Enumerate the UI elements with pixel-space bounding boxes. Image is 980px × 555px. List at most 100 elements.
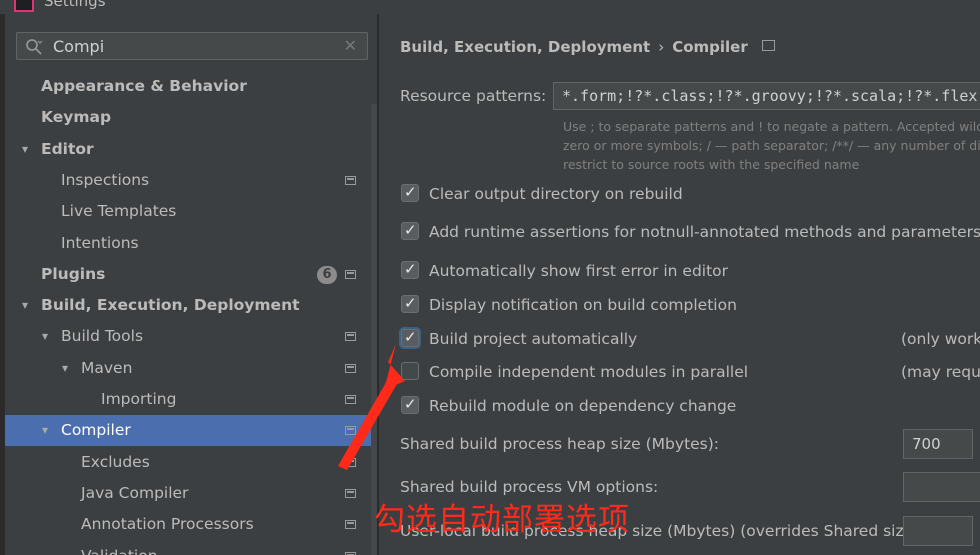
clear-search-icon[interactable]: ✕ xyxy=(344,36,357,55)
sidebar-item-inspections[interactable]: Inspections xyxy=(5,165,371,196)
sidebar-item-label: Plugins xyxy=(41,264,106,283)
option-clear-output-directory-on-rebuild[interactable]: ✓ Clear output directory on rebuild xyxy=(401,182,980,206)
sidebar-item-editor[interactable]: ▾ Editor xyxy=(5,134,371,165)
sidebar-item-compiler[interactable]: ▾ Compiler xyxy=(5,415,379,447)
project-scope-icon xyxy=(345,332,356,342)
option-label[interactable]: Build project automatically xyxy=(429,327,637,351)
option-label[interactable]: Automatically show first error in editor xyxy=(429,259,728,283)
sidebar-item-label: Maven xyxy=(81,358,133,377)
settings-search-box[interactable]: ✕ xyxy=(16,32,368,60)
project-scope-icon xyxy=(345,395,356,404)
settings-sidebar: ✕ Appearance & Behavior Keymap ▾ Editor Insp… xyxy=(5,14,379,555)
resource-help-line-3: restrict to source roots with the specif… xyxy=(563,157,860,172)
sidebar-item-excludes[interactable]: Excludes xyxy=(5,447,371,478)
project-scope-icon xyxy=(345,488,356,498)
sidebar-item-label: Inspections xyxy=(61,170,150,189)
option-add-runtime-assertions-for-notnull-annotated-methods-and-parameters[interactable]: ✓ Add runtime assertions for notnull-anno… xyxy=(401,220,980,244)
sidebar-item-live-templates[interactable]: Live Templates xyxy=(5,196,371,227)
breadcrumb-current: Compiler xyxy=(672,38,748,56)
project-scope-icon xyxy=(345,363,356,373)
chevron-down-icon[interactable]: ▾ xyxy=(62,353,76,384)
sidebar-item-importing[interactable]: Importing xyxy=(5,384,371,415)
sidebar-item-annotation-processors[interactable]: Annotation Processors xyxy=(5,509,371,540)
sidebar-item-appearance-behavior[interactable]: Appearance & Behavior xyxy=(5,71,371,102)
option-label[interactable]: Rebuild module on dependency change xyxy=(429,394,736,418)
vm-options-field[interactable] xyxy=(903,472,980,502)
sidebar-item-validation[interactable]: Validation xyxy=(5,541,371,555)
sidebar-item-label: Importing xyxy=(101,390,177,408)
search-icon xyxy=(26,39,43,55)
sidebar-item-plugins[interactable]: Plugins 6 xyxy=(5,259,371,290)
checkbox[interactable]: ✓ xyxy=(401,221,419,240)
chevron-down-icon[interactable]: ▾ xyxy=(42,415,56,446)
compiler-settings-panel: Build, Execution, Deployment › Compiler Re… xyxy=(379,14,980,555)
option-build-project-automatically[interactable]: ✓ Build project automatically (only works xyxy=(401,327,980,351)
option-label[interactable]: Clear output directory on rebuild xyxy=(429,182,683,206)
checkbox[interactable]: ✓ xyxy=(401,395,419,414)
sidebar-item-label: Keymap xyxy=(41,108,112,127)
sidebar-item-build-execution-deployment[interactable]: ▾ Build, Execution, Deployment xyxy=(5,290,371,321)
checkmark-icon: ✓ xyxy=(404,221,417,239)
sidebar-item-label: Intentions xyxy=(61,233,139,252)
updates-badge: 6 xyxy=(317,265,337,284)
sidebar-item-label: Build, Execution, Deployment xyxy=(41,296,300,315)
chevron-down-icon[interactable]: ▾ xyxy=(22,290,36,321)
window-title: Settings xyxy=(44,0,106,10)
checkmark-icon: ✓ xyxy=(404,260,417,278)
title-bar: Settings xyxy=(0,0,980,14)
option-label[interactable]: Add runtime assertions for notnull-annot… xyxy=(429,220,980,244)
breadcrumb: Build, Execution, Deployment › Compiler xyxy=(400,38,775,56)
project-scope-icon xyxy=(345,269,356,279)
heap-size-field[interactable]: 700 xyxy=(903,429,973,459)
sidebar-item-label: Annotation Processors xyxy=(81,515,254,534)
sidebar-item-intentions[interactable]: Intentions xyxy=(5,228,371,259)
checkmark-icon: ✓ xyxy=(404,294,417,312)
checkbox[interactable]: ✓ xyxy=(401,328,419,347)
sidebar-item-label: Build Tools xyxy=(61,327,144,346)
option-automatically-show-first-error-in-editor[interactable]: ✓ Automatically show first error in edito… xyxy=(401,259,980,283)
sidebar-item-label: Validation xyxy=(81,541,158,555)
resource-help-line-2: zero or more symbols; / — path separator… xyxy=(563,138,980,153)
breadcrumb-separator: › xyxy=(658,38,665,56)
checkbox[interactable] xyxy=(401,362,419,380)
project-scope-icon xyxy=(345,426,356,436)
breadcrumb-parent[interactable]: Build, Execution, Deployment xyxy=(400,38,650,56)
sidebar-item-label: Compiler xyxy=(61,421,131,440)
sidebar-item-label: Excludes xyxy=(81,452,150,471)
user-heap-size-field[interactable] xyxy=(903,516,973,546)
sidebar-item-build-tools[interactable]: ▾ Build Tools xyxy=(5,321,371,352)
checkmark-icon: ✓ xyxy=(404,328,417,346)
sidebar-item-label: Java Compiler xyxy=(81,483,189,502)
sidebar-item-label: Editor xyxy=(41,139,94,158)
option-label[interactable]: Display notification on build completion xyxy=(429,293,737,317)
sidebar-item-keymap[interactable]: Keymap xyxy=(5,102,371,133)
sidebar-item-label: Live Templates xyxy=(61,202,177,221)
checkbox[interactable]: ✓ xyxy=(401,183,419,202)
sidebar-item-java-compiler[interactable]: Java Compiler xyxy=(5,478,371,509)
option-note: (may requir xyxy=(901,363,980,381)
option-label[interactable]: Compile independent modules in parallel xyxy=(429,360,748,384)
project-scope-icon xyxy=(345,520,356,530)
intellij-logo-icon xyxy=(14,0,34,12)
checkbox[interactable]: ✓ xyxy=(401,294,419,313)
resource-patterns-label: Resource patterns: xyxy=(400,87,547,105)
option-rebuild-module-on-dependency-change[interactable]: ✓ Rebuild module on dependency change xyxy=(401,394,980,418)
chevron-down-icon[interactable]: ▾ xyxy=(42,321,56,352)
checkmark-icon: ✓ xyxy=(404,395,417,413)
chevron-down-icon[interactable]: ▾ xyxy=(22,134,36,165)
option-compile-independent-modules-in-parallel[interactable]: Compile independent modules in parallel (… xyxy=(401,360,980,384)
project-scope-icon xyxy=(345,457,356,467)
sidebar-item-label: Appearance & Behavior xyxy=(41,77,247,95)
project-scope-icon xyxy=(345,175,356,185)
resource-help-line-1: Use ; to separate patterns and ! to nega… xyxy=(563,119,980,134)
checkmark-icon: ✓ xyxy=(404,183,417,201)
annotation-text: 勾选自动部署选项 xyxy=(374,502,630,538)
sidebar-item-maven[interactable]: ▾ Maven xyxy=(5,353,371,384)
resource-patterns-field[interactable]: *.form;!?*.class;!?*.groovy;!?*.scala;!?… xyxy=(553,82,980,110)
search-input[interactable] xyxy=(53,35,333,57)
checkbox[interactable]: ✓ xyxy=(401,260,419,279)
project-scope-icon xyxy=(345,551,356,555)
option-display-notification-on-build-completion[interactable]: ✓ Display notification on build completio… xyxy=(401,293,980,317)
heap-size-label: Shared build process heap size (Mbytes): xyxy=(400,435,720,453)
option-note: (only works xyxy=(901,330,980,348)
